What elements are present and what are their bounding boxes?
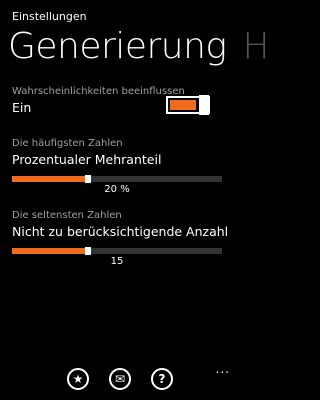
- influence-label: Wahrscheinlichkeiten beeinflussen: [12, 86, 185, 97]
- rare-slider-value: 15: [110, 256, 124, 267]
- influence-value: Ein: [12, 100, 32, 115]
- help-icon[interactable]: ?: [151, 368, 173, 390]
- slider-thumb[interactable]: [84, 247, 91, 255]
- toggle-fill: [170, 100, 196, 110]
- frequent-value: Prozentualer Mehranteil: [12, 152, 162, 167]
- slider-fill: [12, 176, 88, 182]
- rare-label: Die seltensten Zahlen: [12, 210, 122, 221]
- toggle-thumb[interactable]: [199, 95, 209, 115]
- frequent-label: Die häufigsten Zahlen: [12, 138, 123, 149]
- app-title: Einstellungen: [12, 10, 87, 23]
- pivot-header: Generierung H: [8, 26, 270, 67]
- frequent-slider-value: 20 %: [104, 184, 130, 195]
- app-bar: ★ ✉ ? ...: [0, 360, 240, 400]
- slider-thumb[interactable]: [84, 175, 91, 183]
- slider-fill: [12, 248, 88, 254]
- mail-icon[interactable]: ✉: [109, 368, 131, 390]
- rare-value: Nicht zu berücksichtigende Anzahl: [12, 224, 229, 239]
- pivot-tab-next[interactable]: H: [243, 26, 270, 67]
- rare-slider[interactable]: [12, 247, 222, 255]
- pivot-tab-generierung[interactable]: Generierung: [8, 26, 227, 67]
- frequent-slider[interactable]: [12, 175, 222, 183]
- influence-toggle[interactable]: [166, 95, 210, 115]
- favorite-star-icon[interactable]: ★: [67, 368, 89, 390]
- more-menu-button[interactable]: ...: [216, 362, 230, 376]
